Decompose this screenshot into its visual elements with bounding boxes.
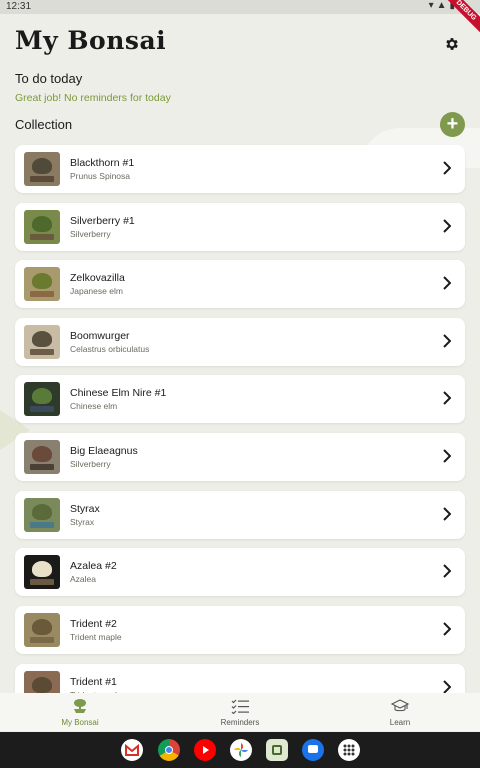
chevron-right-icon <box>443 449 451 463</box>
nav-label: Learn <box>389 718 411 727</box>
bonsai-name: Trident #2 <box>70 618 117 630</box>
bonsai-name: Big Elaeagnus <box>70 445 138 457</box>
list-item[interactable]: Blackthorn #1 Prunus Spinosa <box>15 145 465 193</box>
chrome-icon[interactable] <box>158 739 180 761</box>
bonsai-thumbnail <box>24 382 60 416</box>
list-item[interactable]: Silverberry #1 Silverberry <box>15 203 465 251</box>
list-item[interactable]: Trident #2 Trident maple <box>15 606 465 654</box>
chevron-right-icon <box>443 334 451 348</box>
chevron-right-icon <box>443 564 451 578</box>
app-drawer-icon[interactable] <box>338 739 360 761</box>
bonsai-thumbnail <box>24 152 60 186</box>
list-item[interactable]: Boomwurger Celastrus orbiculatus <box>15 318 465 366</box>
bonsai-name: Blackthorn #1 <box>70 157 135 169</box>
bonsai-species: Styrax <box>70 517 95 527</box>
bonsai-thumbnail <box>24 613 60 647</box>
nav-label: My Bonsai <box>61 718 99 727</box>
nav-label: Reminders <box>220 718 260 727</box>
collection-section-title: Collection <box>15 117 73 132</box>
bonsai-thumbnail <box>24 210 60 244</box>
checklist-icon <box>231 699 249 714</box>
graduation-cap-icon <box>391 699 409 712</box>
nav-reminders[interactable]: Reminders <box>160 693 320 731</box>
chevron-right-icon <box>443 680 451 694</box>
bonsai-name: Styrax <box>70 503 100 515</box>
list-item[interactable]: Azalea #2 Azalea <box>15 548 465 596</box>
bonsai-species: Silverberry <box>70 229 111 239</box>
bonsai-thumbnail <box>24 498 60 532</box>
nav-learn[interactable]: Learn <box>320 693 480 731</box>
chevron-right-icon <box>443 161 451 175</box>
todo-section-title: To do today <box>15 71 83 86</box>
status-time: 12:31 <box>6 1 32 12</box>
bonsai-name: Azalea #2 <box>70 560 117 572</box>
bonsai-species: Prunus Spinosa <box>70 171 131 181</box>
bonsai-name: Trident #1 <box>70 676 117 688</box>
bonsai-species: Japanese elm <box>70 286 123 296</box>
list-item[interactable]: Big Elaeagnus Silverberry <box>15 433 465 481</box>
page-title: My Bonsai <box>15 26 167 55</box>
bonsai-thumbnail <box>24 555 60 589</box>
chevron-right-icon <box>443 276 451 290</box>
chevron-right-icon <box>443 507 451 521</box>
system-taskbar <box>0 732 480 768</box>
nav-my-bonsai[interactable]: My Bonsai <box>0 693 160 731</box>
chevron-right-icon <box>443 391 451 405</box>
chevron-right-icon <box>443 219 451 233</box>
bonsai-species: Azalea <box>70 574 96 584</box>
list-item[interactable]: Chinese Elm Nire #1 Chinese elm <box>15 375 465 423</box>
bonsai-name: Zelkovazilla <box>70 272 125 284</box>
todo-status-message: Great job! No reminders for today <box>15 92 171 104</box>
bonsai-species: Silverberry <box>70 459 111 469</box>
add-bonsai-button[interactable]: + <box>440 112 465 137</box>
bonsai-name: Chinese Elm Nire #1 <box>70 387 167 399</box>
photos-icon[interactable] <box>230 739 252 761</box>
list-item[interactable]: Zelkovazilla Japanese elm <box>15 260 465 308</box>
bonsai-name: Silverberry #1 <box>70 215 135 227</box>
bonsai-icon <box>74 699 86 713</box>
bonsai-thumbnail <box>24 440 60 474</box>
bonsai-thumbnail <box>24 267 60 301</box>
list-item[interactable]: Styrax Styrax <box>15 491 465 539</box>
bonsai-thumbnail <box>24 325 60 359</box>
gear-icon[interactable] <box>444 36 460 52</box>
bonsai-species: Celastrus orbiculatus <box>70 344 150 354</box>
chevron-right-icon <box>443 622 451 636</box>
gmail-icon[interactable] <box>121 739 143 761</box>
bottom-navigation: My Bonsai Reminders Learn <box>0 693 480 731</box>
bonsai-species: Chinese elm <box>70 401 118 411</box>
app-icon[interactable] <box>266 739 288 761</box>
bonsai-name: Boomwurger <box>70 330 130 342</box>
bonsai-species: Trident maple <box>70 632 122 642</box>
status-bar: 12:31 ▾▲▮ <box>0 0 480 14</box>
messages-icon[interactable] <box>302 739 324 761</box>
youtube-icon[interactable] <box>194 739 216 761</box>
